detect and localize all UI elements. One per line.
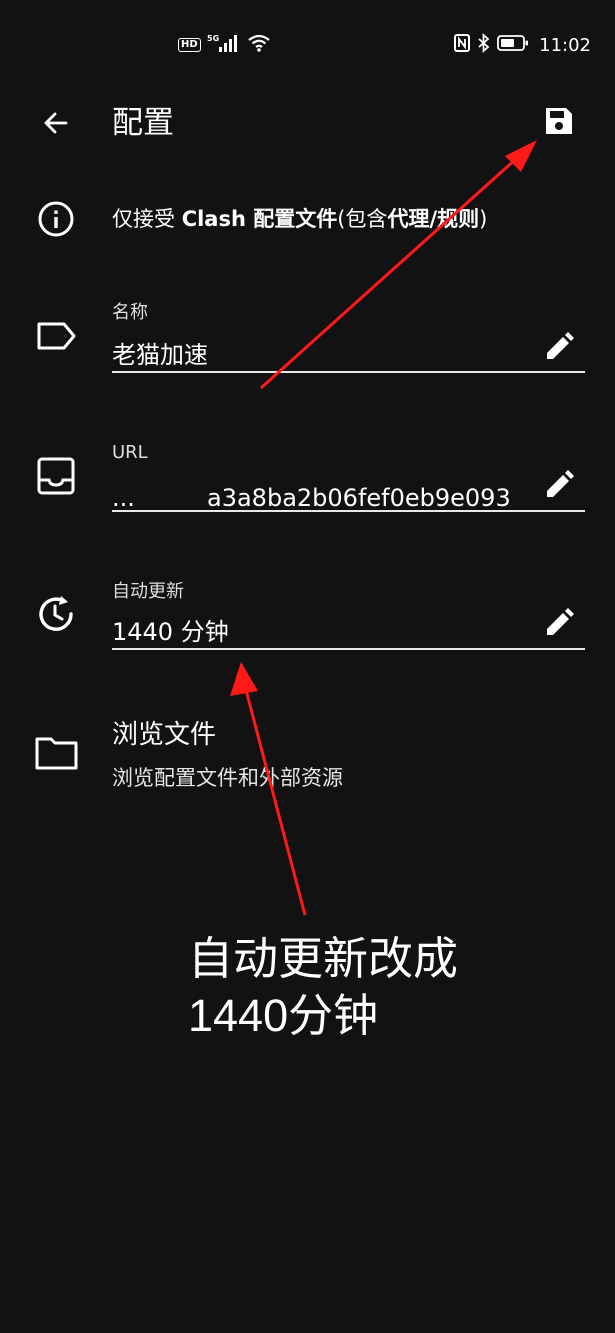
annotation-text: 自动更新改成 1440分钟 bbox=[188, 930, 458, 1044]
annotation-line-2: 1440分钟 bbox=[188, 990, 379, 1041]
annotation-line-1: 自动更新改成 bbox=[188, 933, 459, 984]
annotation-arrows bbox=[230, 140, 537, 916]
annotation-arrow-to-auto-update bbox=[230, 662, 307, 916]
annotation-arrow-to-save bbox=[259, 140, 537, 390]
